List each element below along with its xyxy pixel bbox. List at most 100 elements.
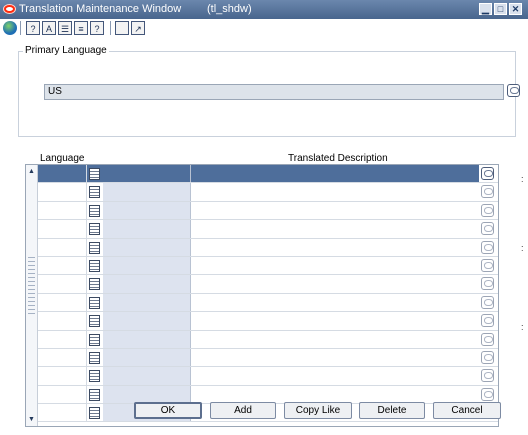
lov-cell[interactable] xyxy=(87,312,103,329)
comment-icon[interactable] xyxy=(481,222,494,236)
comment-icon[interactable] xyxy=(481,277,494,291)
list-of-values-icon[interactable] xyxy=(89,407,100,420)
list-of-values-icon[interactable] xyxy=(89,204,100,217)
table-row[interactable] xyxy=(38,256,498,276)
language-cell[interactable] xyxy=(38,165,87,183)
list-of-values-icon[interactable] xyxy=(89,333,100,346)
table-row[interactable] xyxy=(38,367,498,386)
copy-like-button[interactable]: Copy Like xyxy=(284,402,352,419)
ok-button[interactable]: OK xyxy=(134,402,202,419)
language-cell[interactable] xyxy=(38,367,87,385)
table-row[interactable] xyxy=(38,348,498,368)
lov-cell[interactable] xyxy=(87,202,103,219)
language-cell[interactable] xyxy=(38,293,87,312)
context-help-icon[interactable]: ? xyxy=(90,21,104,35)
description-cell[interactable] xyxy=(191,386,479,403)
list-of-values-icon[interactable] xyxy=(89,168,100,180)
table-row[interactable] xyxy=(38,183,498,202)
table-row[interactable] xyxy=(38,201,498,221)
table-row[interactable] xyxy=(38,165,498,184)
lov-cell[interactable] xyxy=(87,239,103,256)
comment-icon[interactable] xyxy=(481,387,494,401)
list-of-values-icon[interactable] xyxy=(89,241,100,254)
description-cell[interactable] xyxy=(191,165,479,183)
list-of-values-icon[interactable] xyxy=(89,186,100,199)
lov-cell[interactable] xyxy=(87,257,103,274)
list-of-values-icon[interactable] xyxy=(89,351,100,364)
blank-icon[interactable] xyxy=(115,21,129,35)
language-cell[interactable] xyxy=(38,404,87,422)
description-cell[interactable] xyxy=(191,331,479,348)
lov-cell[interactable] xyxy=(87,165,103,183)
scroll-down-icon[interactable]: ▼ xyxy=(27,415,36,424)
comment-icon[interactable] xyxy=(481,314,494,328)
comment-icon[interactable] xyxy=(481,369,494,383)
list-of-values-icon[interactable] xyxy=(89,388,100,401)
minimize-button[interactable]: ▁ xyxy=(479,3,492,15)
help-icon[interactable]: ? xyxy=(26,21,40,35)
delete-button[interactable]: Delete xyxy=(359,402,425,419)
comment-icon[interactable] xyxy=(507,84,520,97)
lov-cell[interactable] xyxy=(87,275,103,292)
description-cell[interactable] xyxy=(191,257,479,274)
table-row[interactable] xyxy=(38,312,498,331)
comment-icon[interactable] xyxy=(481,167,494,180)
notes-icon[interactable]: ≡ xyxy=(74,21,88,35)
language-cell[interactable] xyxy=(38,220,87,238)
language-cell[interactable] xyxy=(38,238,87,256)
vertical-scrollbar[interactable]: ▲ ▼ xyxy=(26,165,38,426)
language-cell[interactable] xyxy=(38,183,87,201)
maximize-button[interactable]: □ xyxy=(494,3,507,15)
table-row[interactable] xyxy=(38,293,498,313)
close-button[interactable]: ✕ xyxy=(509,3,522,15)
language-cell[interactable] xyxy=(38,385,87,404)
description-cell[interactable] xyxy=(191,220,479,237)
list-of-values-icon[interactable] xyxy=(89,259,100,272)
lov-cell[interactable] xyxy=(87,331,103,348)
table-row[interactable] xyxy=(38,220,498,239)
comment-icon[interactable] xyxy=(481,240,494,254)
list-of-values-icon[interactable] xyxy=(89,223,100,236)
globe-icon[interactable] xyxy=(3,21,17,35)
lov-cell[interactable] xyxy=(87,220,103,237)
comment-icon[interactable] xyxy=(481,185,494,199)
comment-icon[interactable] xyxy=(481,332,494,346)
description-cell[interactable] xyxy=(191,367,479,384)
calendar-icon[interactable]: ☰ xyxy=(58,21,72,35)
description-cell[interactable] xyxy=(191,183,479,200)
description-cell[interactable] xyxy=(191,202,479,219)
language-cell[interactable] xyxy=(38,330,87,348)
comment-icon[interactable] xyxy=(481,295,494,309)
list-of-values-icon[interactable] xyxy=(89,315,100,328)
primary-language-field[interactable]: US xyxy=(44,84,504,100)
scroll-grip[interactable] xyxy=(28,257,35,317)
lov-cell[interactable] xyxy=(87,294,103,311)
list-of-values-icon[interactable] xyxy=(89,296,100,309)
lov-cell[interactable] xyxy=(87,367,103,384)
add-button[interactable]: Add xyxy=(210,402,276,419)
comment-icon[interactable] xyxy=(481,258,494,272)
new-window-icon[interactable]: ↗ xyxy=(131,21,145,35)
list-of-values-icon[interactable] xyxy=(89,370,100,383)
comment-icon[interactable] xyxy=(481,350,494,364)
table-row[interactable] xyxy=(38,330,498,349)
scroll-up-icon[interactable]: ▲ xyxy=(27,167,36,176)
language-cell[interactable] xyxy=(38,275,87,293)
lov-cell[interactable] xyxy=(87,349,103,366)
description-cell[interactable] xyxy=(191,239,479,256)
language-cell[interactable] xyxy=(38,348,87,367)
table-row[interactable] xyxy=(38,238,498,257)
comment-icon[interactable] xyxy=(481,203,494,217)
description-cell[interactable] xyxy=(191,312,479,329)
spell-check-icon[interactable]: A xyxy=(42,21,56,35)
list-of-values-icon[interactable] xyxy=(89,278,100,291)
language-cell[interactable] xyxy=(38,256,87,275)
language-cell[interactable] xyxy=(38,201,87,220)
lov-cell[interactable] xyxy=(87,386,103,403)
lov-cell[interactable] xyxy=(87,404,103,421)
table-row[interactable] xyxy=(38,275,498,294)
cancel-button[interactable]: Cancel xyxy=(433,402,501,419)
language-cell[interactable] xyxy=(38,312,87,330)
description-cell[interactable] xyxy=(191,349,479,366)
lov-cell[interactable] xyxy=(87,183,103,200)
